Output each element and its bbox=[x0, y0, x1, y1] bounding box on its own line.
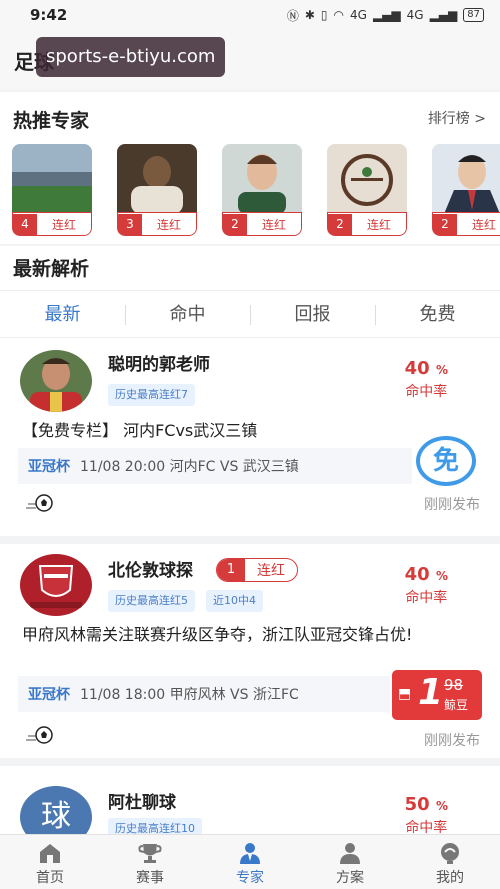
tab-latest[interactable]: 最新 bbox=[0, 291, 125, 337]
signal-label: 4G bbox=[350, 8, 367, 22]
tab-return[interactable]: 回报 bbox=[250, 291, 375, 337]
nav-label: 首页 bbox=[36, 870, 64, 886]
bluetooth-icon: ✱ bbox=[304, 8, 315, 22]
avatar bbox=[20, 554, 92, 616]
soccer-ball-icon bbox=[26, 726, 53, 744]
card-title: 【免费专栏】 河内FCvs武汉三镇 bbox=[22, 421, 258, 440]
nav-home[interactable]: 首页 bbox=[0, 835, 100, 889]
expert-card[interactable]: 2 连红 bbox=[327, 144, 407, 236]
signal-bars-icon: ▂▄▆ bbox=[429, 8, 458, 22]
hit-rate-value: 40 bbox=[404, 358, 430, 379]
soccer-ball-icon bbox=[26, 494, 53, 512]
expert-tag: 历史最高连红7 bbox=[108, 384, 195, 406]
expert-tag: 近10中4 bbox=[206, 590, 263, 612]
expert-photo bbox=[12, 144, 92, 214]
expert-card[interactable]: 2 连红 bbox=[222, 144, 302, 236]
expert-card[interactable]: 2 连红 bbox=[432, 144, 500, 236]
signal-label: 4G bbox=[406, 8, 424, 22]
expert-icon bbox=[240, 843, 260, 864]
profile-icon bbox=[441, 843, 459, 864]
experts-row: 4 连红 3 连红 2 连红 2 连红 2 连红 bbox=[12, 144, 500, 236]
streak-badge: 2 连红 bbox=[222, 212, 302, 236]
price-unit: 鲸豆 bbox=[444, 698, 469, 712]
hit-rate-label: 命中率 bbox=[405, 384, 448, 400]
expert-photo bbox=[117, 144, 197, 214]
status-time: 9:42 bbox=[30, 6, 68, 24]
avatar bbox=[20, 350, 92, 412]
nav-experts[interactable]: 专家 bbox=[200, 835, 300, 889]
bottom-nav: 首页 赛事 专家 方案 我的 bbox=[0, 834, 500, 889]
nav-label: 赛事 bbox=[136, 870, 164, 886]
battery-icon: 87 bbox=[463, 8, 484, 22]
price-original: 98 bbox=[444, 676, 464, 694]
nav-label: 我的 bbox=[436, 870, 464, 886]
nav-profile[interactable]: 我的 bbox=[400, 835, 500, 889]
vibrate-icon: ▯ bbox=[320, 8, 328, 22]
expert-photo bbox=[432, 144, 500, 214]
nav-matches[interactable]: 赛事 bbox=[100, 835, 200, 889]
match-strip: 亚冠杯 11/08 20:00 河内FC VS 武汉三镇 bbox=[18, 448, 412, 484]
plan-icon bbox=[340, 843, 360, 864]
card-title: 甲府风林需关注联赛升级区争夺，浙江队亚冠交锋占优! bbox=[22, 625, 413, 644]
nfc-icon: Ⓝ bbox=[286, 8, 299, 23]
expert-photo bbox=[222, 144, 302, 214]
match-info: 11/08 18:00 甲府风林 VS 浙江FC bbox=[80, 687, 299, 703]
hit-rate-label: 命中率 bbox=[405, 590, 448, 606]
section-title: 最新解析 bbox=[13, 258, 90, 280]
hit-rate: 50 % 命中率 bbox=[405, 794, 448, 837]
leaderboard-link[interactable]: 排行榜 > bbox=[428, 108, 486, 128]
expert-name: 北伦敦球探 bbox=[108, 561, 193, 581]
analysis-tabs: 最新 命中 回报 免费 bbox=[0, 290, 500, 338]
nav-label: 方案 bbox=[336, 870, 364, 886]
trophy-icon bbox=[138, 844, 162, 863]
tag-icon: ⬒ bbox=[398, 686, 412, 702]
hit-rate: 40 % 命中率 bbox=[405, 358, 448, 401]
wifi-icon: ◠ bbox=[333, 8, 345, 22]
status-bar: 9:42 Ⓝ ✱ ▯ ◠ 4G ▂▄▆ 4G ▂▄▆ 87 bbox=[0, 0, 500, 30]
home-icon bbox=[40, 844, 60, 863]
publish-time: 刚刚发布 bbox=[424, 497, 480, 513]
expert-card[interactable]: 4 连红 bbox=[12, 144, 92, 236]
streak-badge: 2 连红 bbox=[432, 212, 500, 236]
match-league: 亚冠杯 bbox=[28, 459, 70, 475]
streak-badge: 1 连红 bbox=[216, 558, 298, 582]
hot-experts-section: 热推专家 排行榜 > 4 连红 3 连红 2 连红 2 连红 2 连红 bbox=[0, 92, 500, 244]
match-info: 11/08 20:00 河内FC VS 武汉三镇 bbox=[80, 459, 299, 475]
match-league: 亚冠杯 bbox=[28, 687, 70, 703]
price-badge[interactable]: ⬒ 1 98 鲸豆 bbox=[392, 670, 482, 720]
tab-free[interactable]: 免费 bbox=[375, 291, 500, 337]
hit-rate-unit: % bbox=[435, 363, 448, 377]
hit-rate-value: 40 bbox=[404, 564, 430, 585]
expert-card[interactable]: 3 连红 bbox=[117, 144, 197, 236]
tab-hit[interactable]: 命中 bbox=[125, 291, 250, 337]
expert-tag: 历史最高连红5 bbox=[108, 590, 195, 612]
analysis-card[interactable]: 聪明的郭老师 历史最高连红7 40 % 命中率 【免费专栏】 河内FCvs武汉三… bbox=[0, 338, 500, 544]
streak-badge: 4 连红 bbox=[12, 212, 92, 236]
price-value: 1 bbox=[418, 672, 444, 713]
streak-badge: 3 连红 bbox=[117, 212, 197, 236]
section-title: 热推专家 bbox=[13, 110, 90, 132]
expert-name: 聪明的郭老师 bbox=[108, 355, 210, 375]
watermark: sports-e-btiyu.com bbox=[36, 37, 226, 77]
hit-rate-unit: % bbox=[435, 569, 448, 583]
hit-rate: 40 % 命中率 bbox=[405, 564, 448, 607]
signal-bars-icon: ▂▄▆ bbox=[372, 8, 401, 22]
analysis-card[interactable]: 北伦敦球探 1 连红 历史最高连红5 近10中4 40 % 命中率 甲府风林需关… bbox=[0, 544, 500, 766]
match-strip: 亚冠杯 11/08 18:00 甲府风林 VS 浙江FC bbox=[18, 676, 390, 712]
expert-name: 阿杜聊球 bbox=[108, 793, 176, 813]
expert-photo bbox=[327, 144, 407, 214]
status-icons: Ⓝ ✱ ▯ ◠ 4G ▂▄▆ 4G ▂▄▆ 87 bbox=[287, 7, 484, 24]
nav-label: 专家 bbox=[236, 870, 264, 886]
latest-analysis-section: 最新解析 最新 命中 回报 免费 聪明的郭老师 历史最高连红7 40 % 命中率… bbox=[0, 246, 500, 846]
header: 足球 sports-e-btiyu.com bbox=[0, 30, 500, 90]
streak-badge: 2 连红 bbox=[327, 212, 407, 236]
hit-rate-value: 50 bbox=[404, 794, 430, 815]
nav-plans[interactable]: 方案 bbox=[300, 835, 400, 889]
free-badge: 免 bbox=[416, 436, 476, 486]
hit-rate-unit: % bbox=[435, 799, 448, 813]
publish-time: 刚刚发布 bbox=[424, 733, 480, 749]
